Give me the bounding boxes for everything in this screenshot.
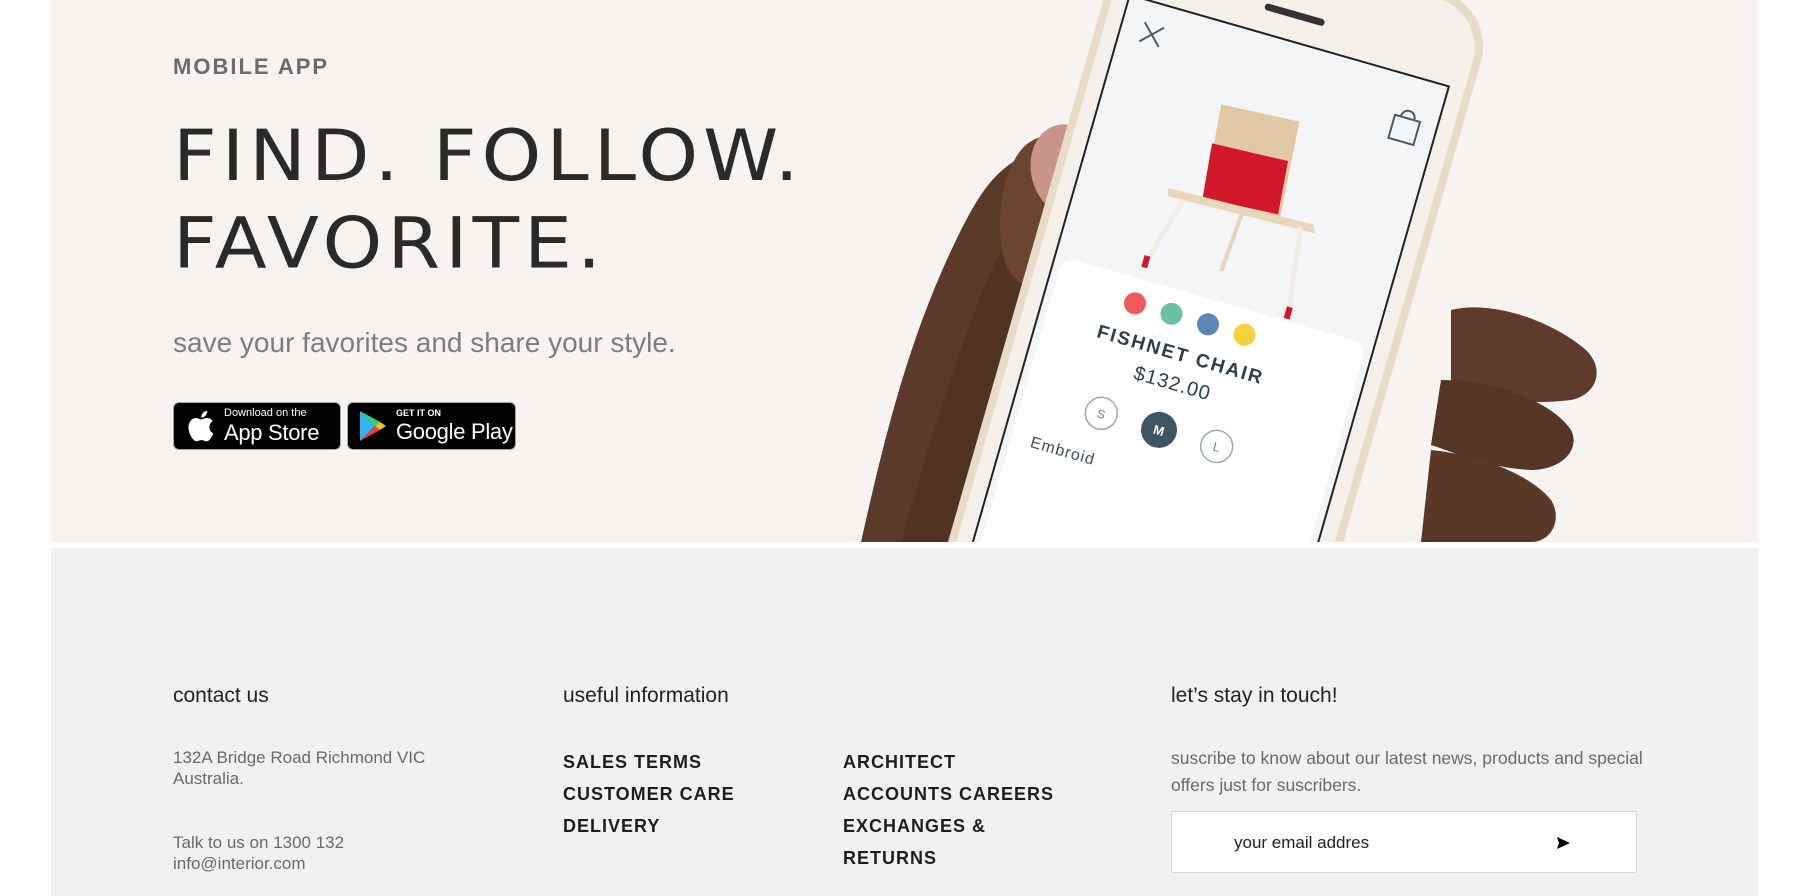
mobile-app-section: MOBILE APP FIND. FOLLOW. FAVORITE. save …: [51, 0, 1758, 542]
newsletter-form: [1171, 811, 1637, 873]
site-footer: contact us 132A Bridge Road Richmond VIC…: [51, 548, 1758, 896]
email-input[interactable]: [1232, 826, 1556, 860]
google-play-label: Google Play: [396, 419, 513, 444]
footer-link-item: ARCHITECT: [843, 746, 1083, 778]
customer-care-link[interactable]: CUSTOMER CARE: [563, 784, 735, 804]
hero-subline: save your favorites and share your style…: [173, 327, 676, 358]
newsletter-description: suscribe to know about our latest news, …: [1171, 748, 1643, 795]
footer-link-item: CUSTOMER CARE: [563, 778, 735, 810]
accounts-careers-link[interactable]: ACCOUNTS CAREERS: [843, 784, 1054, 804]
delivery-link[interactable]: DELIVERY: [563, 816, 660, 836]
page: MOBILE APP FIND. FOLLOW. FAVORITE. save …: [51, 0, 1758, 896]
arrow-right-icon: [1557, 837, 1570, 849]
contact-details: Talk to us on 1300 132 info@interior.com: [173, 832, 493, 874]
footer-link-item: DELIVERY: [563, 810, 735, 842]
headline-line-2: FAVORITE.: [173, 201, 607, 285]
contact-address: 132A Bridge Road Richmond VIC Australia.: [173, 748, 426, 788]
google-play-small-label: GET IT ON: [396, 408, 441, 418]
store-badges: Download on the App Store GET IT ON Goog…: [173, 402, 516, 450]
newsletter-title: let’s stay in touch!: [1171, 684, 1338, 707]
footer-link-item: ACCOUNTS CAREERS: [843, 778, 1083, 810]
footer-links-column-1: SALES TERMS CUSTOMER CARE DELIVERY: [563, 746, 735, 842]
useful-information-title: useful information: [563, 684, 729, 707]
sales-terms-link[interactable]: SALES TERMS: [563, 752, 702, 772]
google-play-logo-icon: [358, 409, 388, 443]
exchanges-returns-link[interactable]: EXCHANGES & RETURNS: [843, 816, 986, 868]
architect-link[interactable]: ARCHITECT: [843, 752, 956, 772]
footer-link-item: SALES TERMS: [563, 746, 735, 778]
app-store-small-label: Download on the: [224, 407, 307, 419]
subscribe-button[interactable]: [1550, 830, 1576, 856]
app-store-label: App Store: [224, 420, 320, 445]
hero-headline: FIND. FOLLOW. FAVORITE.: [173, 112, 804, 287]
section-eyebrow: MOBILE APP: [173, 54, 330, 79]
phone-in-hand-image: FISHNET CHAIR $132.00 S M L Embroid: [861, 0, 1597, 542]
footer-link-item: EXCHANGES & RETURNS: [843, 810, 1083, 874]
app-store-button[interactable]: Download on the App Store: [173, 402, 341, 450]
google-play-button[interactable]: GET IT ON Google Play: [347, 402, 516, 450]
contact-phone: Talk to us on 1300 132: [173, 833, 345, 852]
contact-email-link[interactable]: info@interior.com: [173, 854, 306, 873]
contact-title: contact us: [173, 684, 269, 707]
footer-links-column-2: ARCHITECT ACCOUNTS CAREERS EXCHANGES & R…: [843, 746, 1083, 874]
apple-logo-icon: [186, 409, 216, 443]
headline-line-1: FIND. FOLLOW.: [173, 113, 804, 197]
